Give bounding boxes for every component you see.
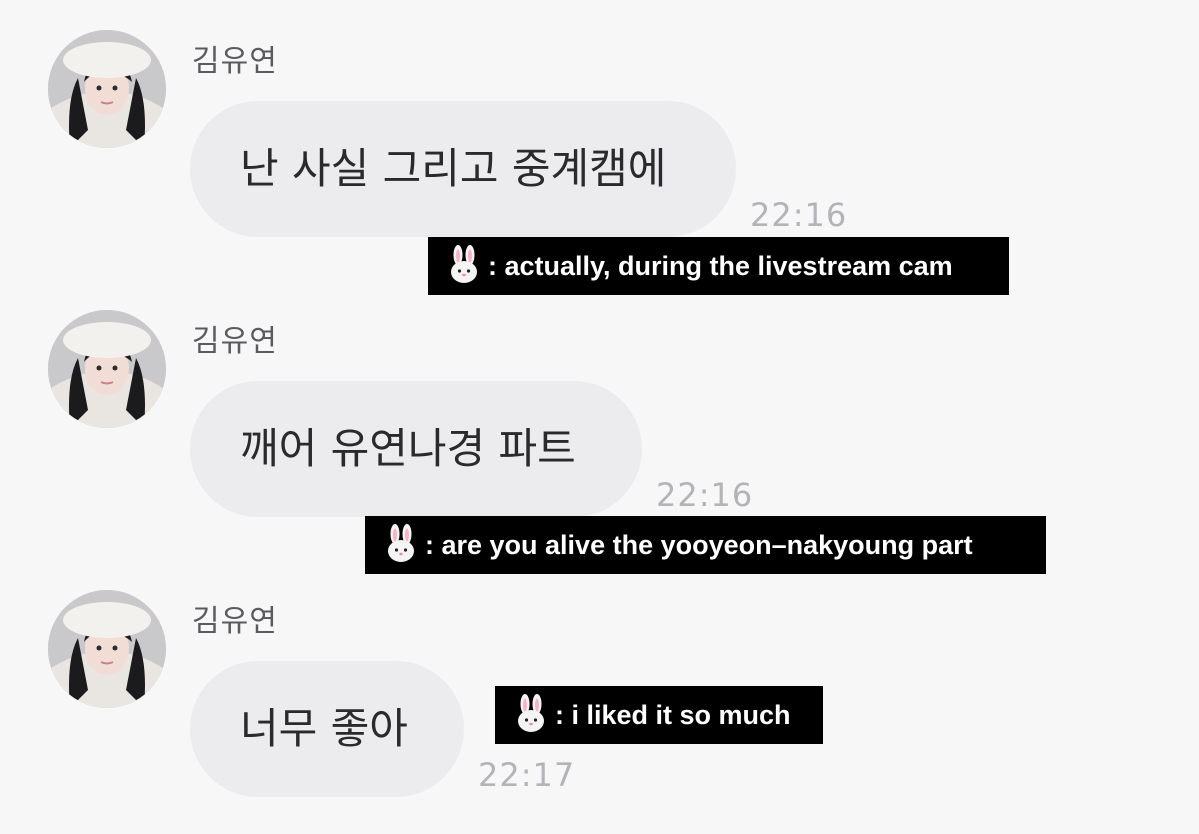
sender-name: 김유연 (192, 44, 278, 79)
message-timestamp: 22:17 (478, 756, 576, 794)
message-timestamp: 22:16 (750, 196, 848, 234)
caption-text: : actually, during the livestream cam (488, 251, 953, 281)
avatar[interactable] (48, 310, 166, 428)
sender-name: 김유연 (192, 604, 278, 639)
message-bubble[interactable]: 너무 좋아 (190, 661, 464, 797)
rabbit-face-icon (388, 523, 414, 562)
message-bubble[interactable]: 난 사실 그리고 중계캠에 (190, 101, 736, 237)
translation-caption: : actually, during the livestream cam (428, 237, 1009, 295)
translation-caption: : are you alive the yooyeon–nakyoung par… (365, 516, 1046, 574)
message-bubble[interactable]: 깨어 유연나경 파트 (190, 381, 642, 517)
sender-name: 김유연 (192, 324, 278, 359)
avatar[interactable] (48, 30, 166, 148)
caption-text: : i liked it so much (555, 700, 791, 730)
translation-caption: : i liked it so much (495, 686, 823, 744)
message-timestamp: 22:16 (656, 476, 754, 514)
avatar[interactable] (48, 590, 166, 708)
rabbit-face-icon (518, 693, 544, 732)
rabbit-face-icon (451, 244, 477, 283)
caption-text: : are you alive the yooyeon–nakyoung par… (425, 530, 973, 560)
